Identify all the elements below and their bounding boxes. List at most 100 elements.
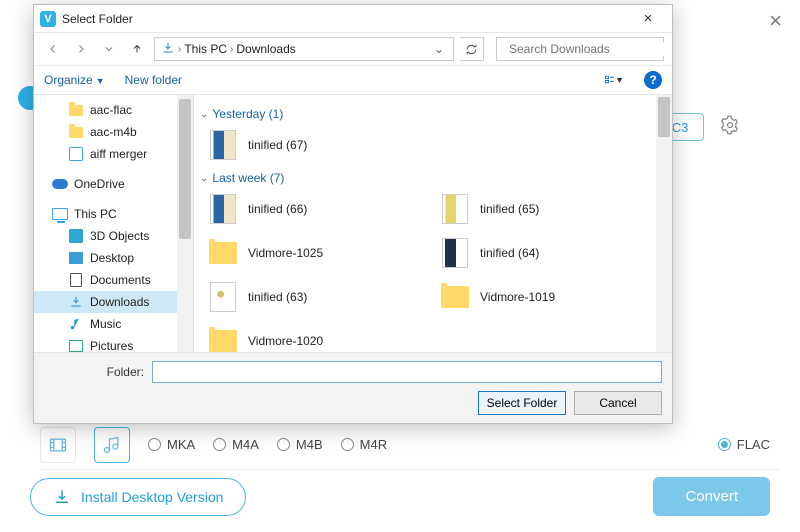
breadcrumb-sep: › (178, 44, 181, 55)
chevron-down-icon (103, 43, 115, 55)
dialog-titlebar: V Select Folder × (34, 5, 672, 33)
search-box[interactable] (496, 37, 664, 61)
tree-scrollbar[interactable] (177, 95, 193, 352)
dialog-nav-bar: › This PC › Downloads ⌄ (34, 33, 672, 65)
desktop-icon (69, 252, 83, 264)
organize-menu[interactable]: Organize▼ (44, 73, 105, 87)
arrow-right-icon (75, 43, 87, 55)
folder-item[interactable]: tinified (65) (440, 189, 662, 229)
select-folder-dialog: V Select Folder × › This PC › Downloads … (33, 4, 673, 424)
tree-item-downloads[interactable]: Downloads (34, 291, 193, 313)
help-button[interactable]: ? (644, 71, 662, 89)
group-header-yesterday[interactable]: ⌄Yesterday (1) (200, 107, 662, 121)
folder-icon (209, 242, 237, 264)
app-close-button[interactable]: × (769, 8, 782, 34)
breadcrumb-bar[interactable]: › This PC › Downloads ⌄ (154, 37, 454, 61)
new-folder-button[interactable]: New folder (125, 73, 182, 87)
format-radio-m4b[interactable]: M4B (277, 437, 323, 452)
arrow-up-icon (131, 43, 143, 55)
tree-item-this-pc[interactable]: This PC (34, 203, 193, 225)
cancel-button[interactable]: Cancel (574, 391, 662, 415)
refresh-button[interactable] (460, 37, 484, 61)
content-scrollbar[interactable] (656, 95, 672, 352)
dialog-app-icon: V (40, 11, 56, 27)
cube-icon (69, 229, 83, 243)
tree-item-pictures[interactable]: Pictures (34, 335, 193, 352)
tree-item-music[interactable]: Music (34, 313, 193, 335)
folder-icon (69, 127, 83, 138)
format-label: MKA (167, 437, 195, 452)
folder-tree[interactable]: aac-flac aac-m4b aiff merger OneDrive Th… (34, 95, 194, 352)
breadcrumb-root[interactable]: This PC (184, 42, 227, 56)
video-mode-button[interactable] (40, 427, 76, 463)
folder-name-input[interactable] (152, 361, 662, 383)
film-icon (48, 435, 68, 455)
group-header-lastweek[interactable]: ⌄Last week (7) (200, 171, 662, 185)
dialog-title: Select Folder (62, 12, 630, 26)
tree-item-documents[interactable]: Documents (34, 269, 193, 291)
format-label: M4B (296, 437, 323, 452)
tree-item-aiff-merger[interactable]: aiff merger (34, 143, 193, 165)
scrollbar-thumb[interactable] (658, 97, 670, 137)
tree-item-desktop[interactable]: Desktop (34, 247, 193, 269)
downloads-icon (69, 295, 83, 309)
view-icon (604, 72, 615, 88)
folder-thumb-icon (210, 194, 236, 224)
arrow-left-icon (47, 43, 59, 55)
download-icon (53, 488, 71, 506)
dialog-toolbar: Organize▼ New folder ▼ ? (34, 65, 672, 95)
folder-thumb-icon (442, 238, 468, 268)
refresh-icon (465, 43, 478, 56)
breadcrumb-current[interactable]: Downloads (236, 42, 295, 56)
folder-icon (209, 330, 237, 352)
nav-up-button[interactable] (126, 38, 148, 60)
tree-item-3d-objects[interactable]: 3D Objects (34, 225, 193, 247)
install-label: Install Desktop Version (81, 489, 223, 505)
folder-item[interactable]: tinified (64) (440, 233, 662, 273)
dialog-body: aac-flac aac-m4b aiff merger OneDrive Th… (34, 95, 672, 352)
folder-item[interactable]: Vidmore-1025 (208, 233, 430, 273)
folder-content-pane[interactable]: ⌄Yesterday (1) tinified (67) ⌄Last week … (194, 95, 672, 352)
format-label: M4R (360, 437, 387, 452)
scrollbar-thumb[interactable] (179, 99, 191, 239)
folder-name-row: Folder: (44, 361, 662, 383)
view-options-button[interactable]: ▼ (604, 70, 624, 90)
breadcrumb-sep: › (230, 44, 233, 55)
convert-button[interactable]: Convert (653, 477, 770, 516)
output-format-row: MKA M4A M4B M4R FLAC (40, 430, 780, 470)
folder-item[interactable]: tinified (63) (208, 277, 430, 317)
nav-back-button[interactable] (42, 38, 64, 60)
folder-icon (441, 286, 469, 308)
dialog-close-button[interactable]: × (630, 10, 666, 27)
format-radio-m4a[interactable]: M4A (213, 437, 259, 452)
folder-thumb-icon (210, 282, 236, 312)
tree-item-aac-flac[interactable]: aac-flac (34, 99, 193, 121)
app-folder-icon (69, 147, 83, 161)
search-input[interactable] (509, 42, 664, 56)
folder-thumb-icon (442, 194, 468, 224)
format-radio-m4r[interactable]: M4R (341, 437, 387, 452)
format-radio-flac[interactable]: FLAC (718, 437, 770, 452)
folder-item[interactable]: Vidmore-1019 (440, 277, 662, 317)
nav-forward-button[interactable] (70, 38, 92, 60)
tree-item-onedrive[interactable]: OneDrive (34, 173, 193, 195)
cloud-icon (52, 179, 68, 189)
gear-icon (720, 115, 740, 135)
select-folder-button[interactable]: Select Folder (478, 391, 566, 415)
folder-thumb-icon (210, 130, 236, 160)
format-radio-mka[interactable]: MKA (148, 437, 195, 452)
folder-item[interactable]: tinified (67) (208, 125, 430, 165)
nav-recent-button[interactable] (98, 38, 120, 60)
format-label: FLAC (737, 437, 770, 452)
folder-item[interactable]: tinified (66) (208, 189, 430, 229)
folder-label: Folder: (44, 365, 144, 379)
install-desktop-button[interactable]: Install Desktop Version (30, 478, 246, 516)
breadcrumb-dropdown[interactable]: ⌄ (431, 42, 447, 56)
music-icon (69, 317, 83, 331)
music-note-icon (102, 435, 122, 455)
audio-mode-button[interactable] (94, 427, 130, 463)
folder-item[interactable]: Vidmore-1020 (208, 321, 430, 352)
settings-button[interactable] (718, 113, 742, 137)
format-label: M4A (232, 437, 259, 452)
tree-item-aac-m4b[interactable]: aac-m4b (34, 121, 193, 143)
